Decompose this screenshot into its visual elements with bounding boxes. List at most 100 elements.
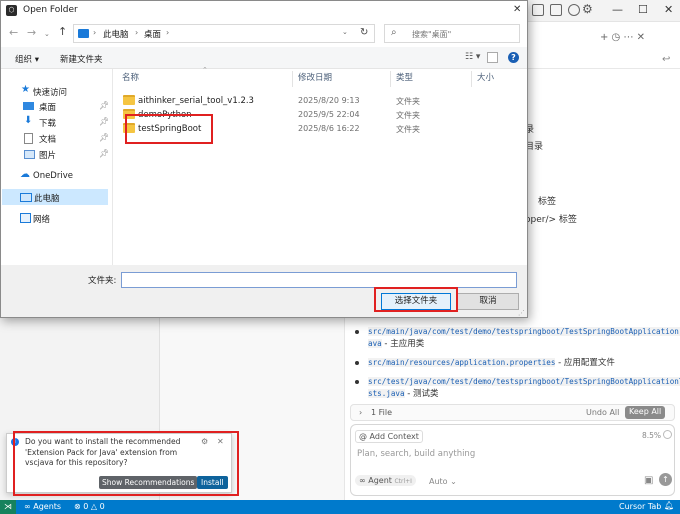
nav-label: 图片 — [39, 151, 57, 161]
highlight-box — [125, 114, 213, 144]
column-header-date[interactable]: 修改日期 — [298, 71, 332, 83]
view-options-icon[interactable]: ☷ ▾ — [465, 52, 480, 62]
nav-item-network[interactable]: 网络 — [1, 210, 109, 226]
folder-name-input[interactable] — [121, 272, 517, 288]
dialog-title: Open Folder — [23, 5, 78, 15]
cancel-button[interactable]: 取消 — [457, 293, 519, 310]
bell-icon[interactable]: 🔔︎ — [664, 501, 674, 510]
context-ring-icon — [663, 430, 672, 439]
cursor-tab-status[interactable]: Cursor Tab — [619, 502, 661, 511]
file-path[interactable]: src/main/resources/application.propertie… — [368, 358, 556, 367]
settings-gear-icon[interactable]: ⚙ — [582, 2, 593, 16]
open-folder-dialog: ⬡ Open Folder ✕ ← → ⌄ ↑ › 此电脑 › 桌面 › ⌄ ↻… — [0, 0, 528, 318]
list-item: src/test/java/com/test/demo/testspringbo… — [368, 376, 680, 400]
remote-icon[interactable]: ⋊ — [0, 500, 16, 514]
nav-label: 桌面 — [39, 103, 57, 113]
breadcrumb-item[interactable]: 此电脑 — [103, 28, 129, 40]
pin-icon[interactable]: 📌︎ — [99, 101, 109, 110]
highlight-box — [374, 287, 458, 312]
chevron-down-icon[interactable]: ⌄ — [342, 28, 348, 36]
keep-all-button[interactable]: Keep All — [625, 406, 666, 419]
app-icon: ⬡ — [6, 5, 17, 16]
file-path[interactable]: ava — [368, 339, 382, 348]
nav-label: 下载 — [39, 119, 57, 129]
document-icon — [24, 133, 33, 144]
agents-status[interactable]: ∞ Agents — [24, 502, 61, 511]
maximize-icon[interactable]: ☐ — [638, 3, 648, 16]
search-input[interactable]: ⌕ 搜索"桌面" — [384, 24, 520, 43]
folder-icon — [123, 95, 135, 105]
search-placeholder: 搜索"桌面" — [412, 30, 452, 39]
column-header-size[interactable]: 大小 — [477, 71, 494, 83]
column-separator[interactable] — [390, 71, 391, 87]
file-path[interactable]: src/main/java/com/test/demo/testspringbo… — [368, 327, 680, 336]
file-path[interactable]: src/test/java/com/test/demo/testspringbo… — [368, 377, 680, 386]
nav-item-quick-access[interactable]: ★ 快速访问 — [1, 83, 109, 99]
close-icon[interactable]: ✕ — [513, 4, 521, 15]
refresh-icon[interactable]: ↻ — [360, 27, 368, 38]
problems-status[interactable]: ⊗ 0 △ 0 — [74, 502, 105, 511]
resize-grip-icon[interactable]: ⋰ — [518, 309, 525, 317]
list-item: src/main/java/com/test/demo/testspringbo… — [368, 326, 680, 350]
minimize-icon[interactable]: — — [612, 3, 623, 16]
chat-text-fragment: 标签 — [538, 197, 557, 207]
column-header-type[interactable]: 类型 — [396, 71, 413, 83]
file-desc: - 主应用类 — [384, 339, 425, 349]
pin-icon[interactable]: 📌︎ — [99, 149, 109, 158]
panel-icon[interactable] — [550, 4, 562, 16]
nav-item-this-pc[interactable]: 此电脑 — [2, 189, 108, 205]
help-icon[interactable]: ? — [508, 52, 519, 63]
layout-icon[interactable] — [532, 4, 544, 16]
computer-icon — [20, 193, 32, 202]
image-icon[interactable]: ▣ — [644, 475, 653, 486]
undo-all-button[interactable]: Undo All — [586, 408, 619, 417]
nav-item-documents[interactable]: 文档 📌︎ — [1, 130, 109, 146]
send-icon[interactable]: ↑ — [659, 473, 672, 486]
nav-item-desktop[interactable]: 桌面 📌︎ — [1, 98, 109, 114]
column-header-name[interactable]: 名称 — [122, 71, 139, 83]
chevron-down-icon[interactable]: ⌄ — [44, 30, 50, 38]
file-desc: - 应用配置文件 — [558, 358, 615, 368]
back-arrow-icon[interactable]: ↩ — [662, 54, 670, 65]
column-separator[interactable] — [292, 71, 293, 87]
column-separator[interactable] — [471, 71, 472, 87]
up-arrow-icon[interactable]: ↑ — [58, 25, 67, 38]
context-percent: 8.5% — [642, 431, 662, 440]
address-bar[interactable]: › 此电脑 › 桌面 › ⌄ ↻ — [73, 24, 375, 43]
nav-label: 此电脑 — [34, 194, 60, 204]
chat-input-box[interactable]: @ Add Context 8.5% Plan, search, build a… — [350, 424, 675, 496]
file-date: 2025/8/6 16:22 — [298, 124, 360, 133]
desktop-icon — [23, 102, 34, 110]
files-changed[interactable]: 1 File — [371, 408, 392, 417]
ide-title-bar: ⚙ — ☐ ✕ — [520, 0, 680, 22]
model-selector[interactable]: Auto ⌄ — [429, 477, 457, 486]
error-count: 0 — [83, 502, 89, 511]
pin-icon[interactable]: 📌︎ — [99, 133, 109, 142]
new-folder-button[interactable]: 新建文件夹 — [60, 53, 103, 65]
pin-icon[interactable]: 📌︎ — [99, 117, 109, 126]
close-window-icon[interactable]: ✕ — [664, 3, 673, 16]
search-icon: ⌕ — [391, 27, 397, 38]
file-path[interactable]: sts.java — [368, 389, 405, 398]
chat-toolbar-icons[interactable]: + ◷ ⋯ ✕ — [600, 32, 645, 43]
add-context-button[interactable]: @ Add Context — [355, 430, 423, 443]
back-arrow-icon[interactable]: ← — [9, 26, 18, 39]
forward-arrow-icon[interactable]: → — [27, 26, 36, 39]
agents-label: Agents — [33, 502, 62, 511]
preview-pane-icon[interactable] — [487, 52, 498, 63]
file-type: 文件夹 — [396, 97, 420, 106]
extension-icon[interactable] — [568, 4, 580, 16]
divider — [528, 68, 680, 69]
organize-menu[interactable]: 组织 ▾ — [15, 53, 39, 65]
mode-shortcut: Ctrl+I — [394, 478, 412, 485]
breadcrumb-item[interactable]: 桌面 — [144, 28, 161, 40]
nav-item-onedrive[interactable]: ☁ OneDrive — [1, 168, 109, 184]
file-date: 2025/8/20 9:13 — [298, 96, 360, 105]
chevron-right-icon[interactable]: › — [359, 408, 362, 417]
nav-label: 文档 — [39, 135, 57, 145]
nav-item-downloads[interactable]: ⬇ 下载 📌︎ — [1, 114, 109, 130]
warning-count: 0 — [99, 502, 105, 511]
mode-selector[interactable]: ∞ Agent Ctrl+I — [355, 475, 416, 486]
filename-label: 文件夹: — [88, 276, 117, 286]
nav-item-pictures[interactable]: 图片 📌︎ — [1, 146, 109, 162]
